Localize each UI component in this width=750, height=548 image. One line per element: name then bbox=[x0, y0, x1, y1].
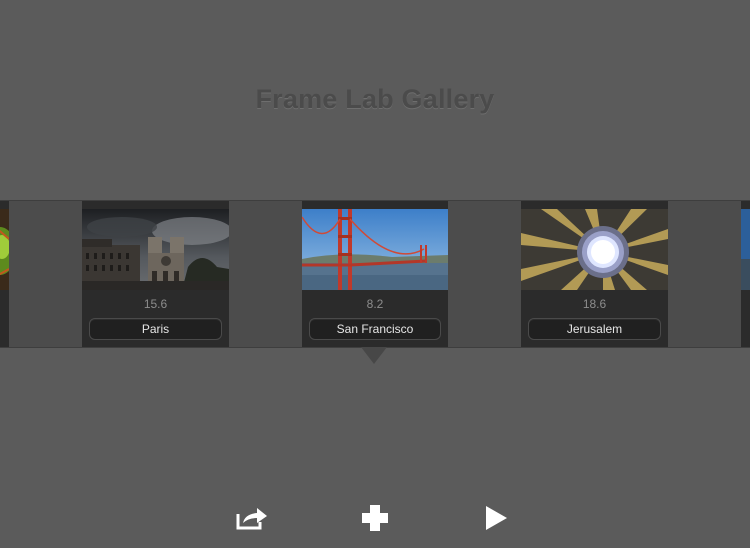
gallery-item-paris[interactable]: 15.6 Paris bbox=[82, 201, 229, 347]
thumbnail-paris bbox=[82, 209, 229, 290]
play-button[interactable] bbox=[476, 500, 516, 536]
item-value: 8.2 bbox=[366, 297, 384, 311]
item-value: 15.6 bbox=[143, 297, 168, 311]
item-name-button[interactable]: San Francisco bbox=[309, 318, 441, 340]
item-value: 18.6 bbox=[582, 297, 607, 311]
gallery-spacer bbox=[229, 201, 303, 347]
thumbnail bbox=[741, 209, 750, 290]
thumbnail-jerusalem bbox=[521, 209, 668, 290]
gallery-spacer bbox=[448, 201, 522, 347]
gallery-item-san-francisco[interactable]: 8.2 San Francisco bbox=[302, 201, 448, 347]
page-title: Frame Lab Gallery bbox=[255, 84, 495, 114]
thumbnail-san-francisco bbox=[302, 209, 448, 290]
share-button[interactable] bbox=[232, 500, 272, 536]
gallery-spacer bbox=[9, 201, 83, 347]
play-icon bbox=[486, 506, 507, 530]
gallery-spacer bbox=[668, 201, 742, 347]
item-name-button[interactable]: Paris bbox=[89, 318, 222, 340]
thumbnail bbox=[0, 209, 9, 290]
add-button[interactable] bbox=[355, 500, 395, 536]
gallery-item-jerusalem[interactable]: 18.6 Jerusalem bbox=[521, 201, 668, 347]
plus-icon bbox=[362, 505, 388, 531]
gallery-item-partial-right[interactable] bbox=[741, 201, 750, 347]
selection-pointer bbox=[361, 347, 387, 364]
gallery-strip[interactable]: 15.6 Paris 8.2 San Francisco 18.6 Jerusa… bbox=[0, 200, 750, 348]
gallery-item-partial-left[interactable] bbox=[0, 201, 9, 347]
item-name-button[interactable]: Jerusalem bbox=[528, 318, 661, 340]
share-icon bbox=[236, 508, 267, 530]
